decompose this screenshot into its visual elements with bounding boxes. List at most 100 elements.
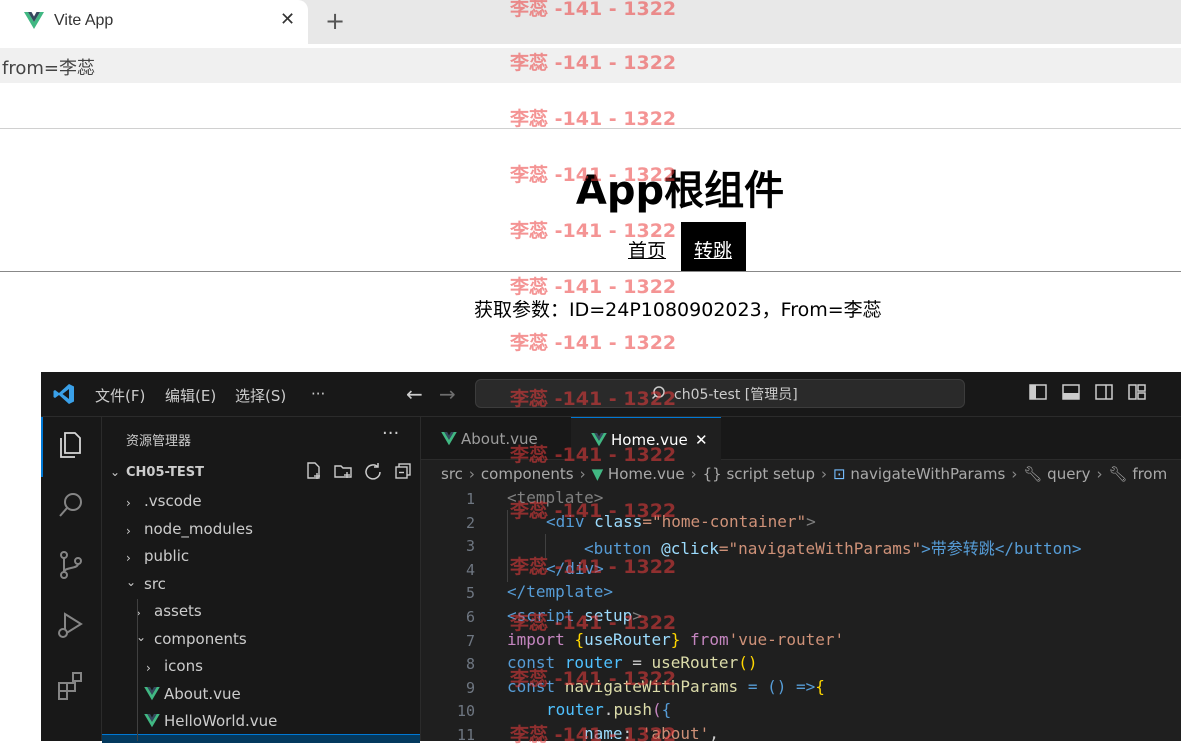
tree-item-public[interactable]: public — [144, 547, 189, 565]
new-folder-icon[interactable] — [333, 461, 353, 481]
menu-selection[interactable]: 选择(S) — [235, 385, 286, 406]
explorer-icon[interactable] — [55, 429, 87, 461]
code-token: { — [815, 677, 825, 696]
tree-chevron[interactable]: ⌄ — [126, 575, 136, 589]
wrench-icon: 🔧︎ — [1023, 465, 1043, 483]
watermark: 李蕊 -141 - 1322 — [510, 444, 677, 466]
tree-item-selected[interactable] — [102, 734, 420, 743]
indent-guide — [507, 510, 508, 582]
breadcrumb-item[interactable]: {} script setup — [703, 465, 815, 483]
tree-chevron[interactable]: › — [126, 551, 131, 565]
code-line: router.push({ — [546, 700, 671, 719]
project-name[interactable]: CH05-TEST — [126, 465, 204, 480]
tree-item-vscode[interactable]: .vscode — [144, 492, 202, 510]
extensions-icon[interactable] — [55, 669, 87, 701]
address-text[interactable]: from=李蕊 — [2, 54, 95, 80]
code-token: 'vue-router' — [728, 630, 845, 649]
new-tab-button[interactable]: + — [325, 7, 345, 35]
watermark: 李蕊 -141 - 1322 — [510, 388, 677, 410]
code-token: > — [806, 512, 816, 531]
code-token: >带参转跳</button> — [921, 539, 1082, 558]
explorer-sidebar: 资源管理器 ··· ⌄ CH05-TEST › .vscode › node_m… — [102, 417, 421, 743]
watermark: 李蕊 -141 - 1322 — [510, 332, 677, 354]
forward-arrow-icon[interactable]: → — [439, 382, 456, 406]
run-debug-icon[interactable] — [55, 609, 87, 641]
toggle-secondary-sidebar-icon[interactable] — [1095, 383, 1113, 401]
breadcrumb-item[interactable]: Home.vue — [608, 465, 685, 483]
collapse-all-icon[interactable] — [393, 461, 413, 481]
code-token: , — [709, 724, 719, 743]
code-token: ="navigateWithParams" — [718, 539, 922, 558]
code-token: = () => — [738, 677, 816, 696]
code-token: () — [738, 653, 758, 672]
code-token: . — [603, 700, 614, 719]
refresh-icon[interactable] — [363, 461, 383, 481]
close-icon[interactable]: ✕ — [695, 431, 708, 449]
line-number: 3 — [465, 537, 475, 555]
symbol-variable-icon: ⊡ — [833, 465, 846, 483]
tree-chevron[interactable]: › — [126, 524, 131, 538]
breadcrumb-item[interactable]: navigateWithParams — [850, 465, 1005, 483]
tree-item-icons[interactable]: icons — [164, 657, 203, 675]
tree-item-about-vue[interactable]: About.vue — [164, 685, 241, 703]
line-number: 10 — [456, 702, 475, 720]
watermark: 李蕊 -141 - 1322 — [510, 724, 677, 746]
watermark: 李蕊 -141 - 1322 — [510, 612, 677, 634]
activity-active-indicator — [41, 417, 43, 477]
tree-item-src[interactable]: src — [144, 575, 166, 593]
menu-more[interactable]: ··· — [311, 385, 325, 403]
line-number: 4 — [465, 561, 475, 579]
browser-tab[interactable]: Vite App ✕ — [0, 0, 308, 44]
nav-link-jump-label[interactable]: 转跳 — [694, 236, 732, 263]
source-control-icon[interactable] — [55, 549, 87, 581]
code-token: from — [690, 630, 729, 649]
code-token: { — [661, 700, 672, 719]
breadcrumb-item[interactable]: src — [441, 465, 463, 483]
explorer-header: 资源管理器 — [126, 434, 192, 449]
activity-bar — [41, 417, 102, 741]
command-center-text: ch05-test [管理员] — [674, 387, 798, 403]
nav-link-jump-active[interactable]: 转跳 — [681, 222, 746, 272]
line-number: 8 — [465, 655, 475, 673]
toggle-panel-icon[interactable] — [1062, 383, 1080, 401]
params-text: 获取参数：ID=24P1080902023，From=李蕊 — [474, 299, 882, 321]
tree-item-helloworld-vue[interactable]: HelloWorld.vue — [164, 712, 277, 730]
breadcrumb-item[interactable]: from — [1132, 465, 1167, 483]
search-icon[interactable] — [55, 489, 87, 521]
watermark: 李蕊 -141 - 1322 — [510, 52, 677, 74]
breadcrumb: src › components › ▼ Home.vue ›{} script setu… — [441, 465, 1168, 483]
tree-chevron[interactable]: › — [146, 661, 151, 675]
vue-logo-icon — [24, 12, 44, 29]
breadcrumb-item[interactable]: query — [1047, 465, 1090, 483]
line-number: 7 — [465, 632, 475, 650]
explorer-more-button[interactable]: ··· — [382, 423, 399, 444]
new-file-icon[interactable] — [304, 461, 324, 481]
line-number: 11 — [456, 726, 475, 744]
indent-guide — [137, 599, 138, 741]
customize-layout-icon[interactable] — [1128, 383, 1146, 401]
vue-file-icon — [144, 687, 160, 701]
code-token: ( — [651, 700, 662, 719]
breadcrumb-item[interactable]: components — [481, 465, 574, 483]
tree-item-components[interactable]: components — [154, 630, 247, 648]
tree-chevron[interactable]: › — [126, 496, 131, 510]
chevron-down-icon[interactable]: ⌄ — [110, 465, 120, 479]
watermark: 李蕊 -141 - 1322 — [510, 0, 677, 20]
vue-file-icon — [441, 432, 457, 446]
close-tab-icon[interactable]: ✕ — [280, 9, 295, 30]
code-token: push — [613, 700, 652, 719]
watermark: 李蕊 -141 - 1322 — [510, 108, 677, 130]
line-number: 9 — [465, 679, 475, 697]
line-number: 1 — [465, 490, 475, 508]
menu-edit[interactable]: 编辑(E) — [165, 385, 216, 406]
line-number: 6 — [465, 608, 475, 626]
wrench-icon: 🔧︎ — [1108, 465, 1128, 483]
vscode-logo-icon — [53, 384, 74, 404]
tree-item-assets[interactable]: assets — [154, 602, 202, 620]
vue-file-icon — [144, 714, 160, 728]
tree-item-node-modules[interactable]: node_modules — [144, 520, 253, 538]
watermark: 李蕊 -141 - 1322 — [510, 556, 677, 578]
back-arrow-icon[interactable]: ← — [406, 382, 423, 406]
toggle-primary-sidebar-icon[interactable] — [1029, 383, 1047, 401]
menu-file[interactable]: 文件(F) — [95, 385, 145, 406]
